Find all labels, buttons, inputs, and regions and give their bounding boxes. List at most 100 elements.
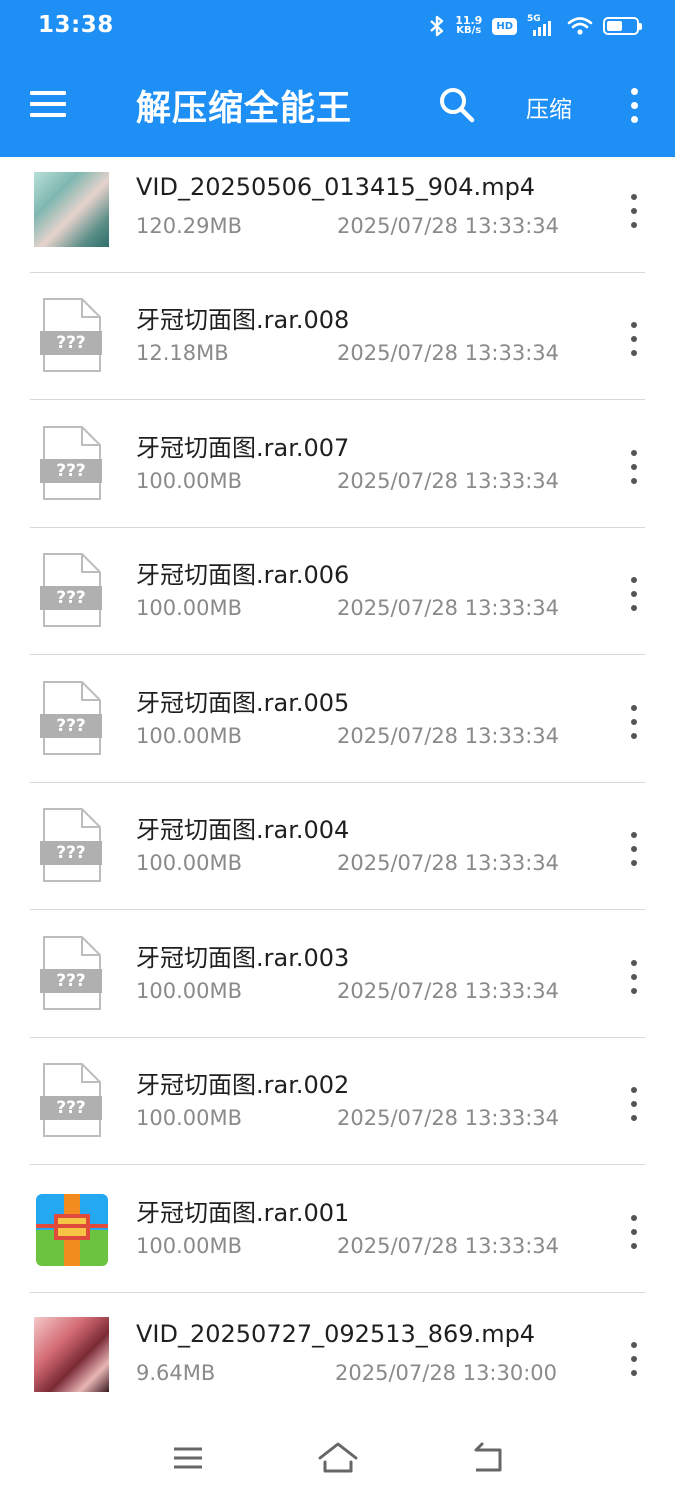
more-vertical-icon <box>631 449 637 484</box>
more-vertical-icon <box>631 577 637 611</box>
recents-button[interactable] <box>170 1440 214 1476</box>
unknown-file-icon: ??? <box>38 807 106 885</box>
search-icon <box>440 88 475 123</box>
file-name: VID_20250727_092513_869.mp4 <box>136 1320 536 1348</box>
file-date: 2025/07/28 13:33:34 <box>337 341 560 365</box>
unknown-file-label: ??? <box>56 460 86 481</box>
file-name: 牙冠切面图.rar.002 <box>136 1071 350 1099</box>
file-date: 2025/07/28 13:30:00 <box>335 1361 558 1385</box>
unknown-file-label: ??? <box>56 970 86 991</box>
more-vertical-icon <box>631 832 637 866</box>
file-size: 120.29MB <box>136 214 243 238</box>
file-row[interactable]: ??? 牙冠切面图.rar.007 100.00MB 2025/07/28 13… <box>0 401 675 528</box>
video-thumbnail <box>34 172 109 247</box>
header: 13:38 11.9 KB/s HD 5G 解压缩全能王 压缩 <box>0 0 675 157</box>
more-vertical-icon <box>631 194 637 228</box>
file-size: 100.00MB <box>136 851 243 875</box>
menu-button[interactable] <box>30 82 74 126</box>
more-vertical-icon <box>631 1087 637 1121</box>
app-title: 解压缩全能王 <box>136 89 353 129</box>
app-bar: 解压缩全能王 压缩 <box>0 52 675 157</box>
more-vertical-icon <box>631 322 637 356</box>
row-more-button[interactable] <box>622 696 646 748</box>
more-vertical-icon <box>630 87 638 123</box>
file-date: 2025/07/28 13:33:34 <box>337 596 560 620</box>
row-more-button[interactable] <box>622 1333 646 1385</box>
file-size: 100.00MB <box>136 1233 243 1258</box>
battery-icon <box>603 17 642 35</box>
file-size: 100.00MB <box>136 468 243 493</box>
file-date: 2025/07/28 13:33:34 <box>337 851 560 875</box>
file-row[interactable]: 牙冠切面图.rar.001 100.00MB 2025/07/28 13:33:… <box>0 1166 675 1293</box>
row-more-button[interactable] <box>622 951 646 1003</box>
file-name: 牙冠切面图.rar.007 <box>136 433 350 462</box>
row-more-button[interactable] <box>622 441 646 493</box>
file-name: 牙冠切面图.rar.001 <box>136 1198 350 1227</box>
file-row[interactable]: ??? 牙冠切面图.rar.004 100.00MB 2025/07/28 13… <box>0 783 675 910</box>
file-date: 2025/07/28 13:33:34 <box>337 978 560 1003</box>
file-row[interactable]: VID_20250506_013415_904.mp4 120.29MB 202… <box>0 157 675 273</box>
home-button[interactable] <box>316 1440 360 1476</box>
net-speed: 11.9 KB/s <box>455 15 482 36</box>
file-row[interactable]: ??? 牙冠切面图.rar.005 100.00MB 2025/07/28 13… <box>0 656 675 783</box>
file-name: 牙冠切面图.rar.005 <box>136 688 350 717</box>
video-thumbnail <box>34 1317 109 1392</box>
file-name: 牙冠切面图.rar.004 <box>136 816 350 844</box>
row-more-button[interactable] <box>622 1078 646 1130</box>
unknown-file-label: ??? <box>56 588 86 608</box>
file-date: 2025/07/28 13:33:34 <box>337 1106 560 1130</box>
back-icon <box>474 1442 502 1472</box>
file-name: 牙冠切面图.rar.003 <box>136 943 350 972</box>
hd-icon: HD <box>492 17 517 35</box>
more-vertical-icon <box>631 704 637 739</box>
unknown-file-icon: ??? <box>38 935 106 1013</box>
file-size: 100.00MB <box>136 1106 243 1130</box>
unknown-file-icon: ??? <box>38 425 106 503</box>
file-row[interactable]: VID_20250727_092513_869.mp4 9.64MB 2025/… <box>0 1293 675 1407</box>
file-name: 牙冠切面图.rar.008 <box>136 306 350 334</box>
row-more-button[interactable] <box>622 313 646 365</box>
unknown-file-label: ??? <box>56 843 86 863</box>
file-name: 牙冠切面图.rar.006 <box>136 561 350 589</box>
status-time: 13:38 <box>38 12 114 38</box>
row-more-button[interactable] <box>622 1206 646 1258</box>
compress-button[interactable]: 压缩 <box>526 90 572 124</box>
status-bar: 13:38 11.9 KB/s HD 5G <box>0 0 675 52</box>
unknown-file-icon: ??? <box>38 552 106 630</box>
unknown-file-icon: ??? <box>38 680 106 758</box>
row-more-button[interactable] <box>622 568 646 620</box>
file-row[interactable]: ??? 牙冠切面图.rar.008 12.18MB 2025/07/28 13:… <box>0 273 675 400</box>
file-size: 9.64MB <box>136 1361 216 1385</box>
unknown-file-icon: ??? <box>38 1062 106 1140</box>
net-speed-unit: KB/s <box>456 25 482 36</box>
menu-icon <box>30 91 74 117</box>
row-more-button[interactable] <box>622 185 646 237</box>
status-icons: 11.9 KB/s HD 5G <box>429 12 642 40</box>
winrar-archive-icon <box>36 1193 108 1266</box>
file-size: 100.00MB <box>136 978 243 1003</box>
5g-signal-icon: 5G <box>527 14 557 38</box>
file-row[interactable]: ??? 牙冠切面图.rar.006 100.00MB 2025/07/28 13… <box>0 528 675 655</box>
file-date: 2025/07/28 13:33:34 <box>337 214 560 238</box>
row-more-button[interactable] <box>622 823 646 875</box>
more-vertical-icon <box>631 959 637 994</box>
unknown-file-label: ??? <box>56 1098 86 1118</box>
unknown-file-label: ??? <box>56 715 86 736</box>
unknown-file-icon: ??? <box>38 297 106 375</box>
bluetooth-icon <box>429 14 445 38</box>
back-button[interactable] <box>468 1440 512 1476</box>
file-list: VID_20250506_013415_904.mp4 120.29MB 202… <box>0 157 675 1407</box>
home-icon <box>318 1442 358 1473</box>
file-date: 2025/07/28 13:33:34 <box>337 1233 560 1258</box>
file-date: 2025/07/28 13:33:34 <box>337 723 560 748</box>
more-vertical-icon <box>631 1214 637 1249</box>
file-name: VID_20250506_013415_904.mp4 <box>136 173 536 201</box>
file-row[interactable]: ??? 牙冠切面图.rar.002 100.00MB 2025/07/28 13… <box>0 1038 675 1165</box>
more-vertical-icon <box>631 1342 637 1376</box>
wifi-icon <box>567 16 593 36</box>
file-size: 100.00MB <box>136 723 243 748</box>
file-size: 100.00MB <box>136 596 243 620</box>
more-vertical-button[interactable] <box>620 82 648 128</box>
file-row[interactable]: ??? 牙冠切面图.rar.003 100.00MB 2025/07/28 13… <box>0 911 675 1038</box>
search-button[interactable] <box>434 82 480 128</box>
